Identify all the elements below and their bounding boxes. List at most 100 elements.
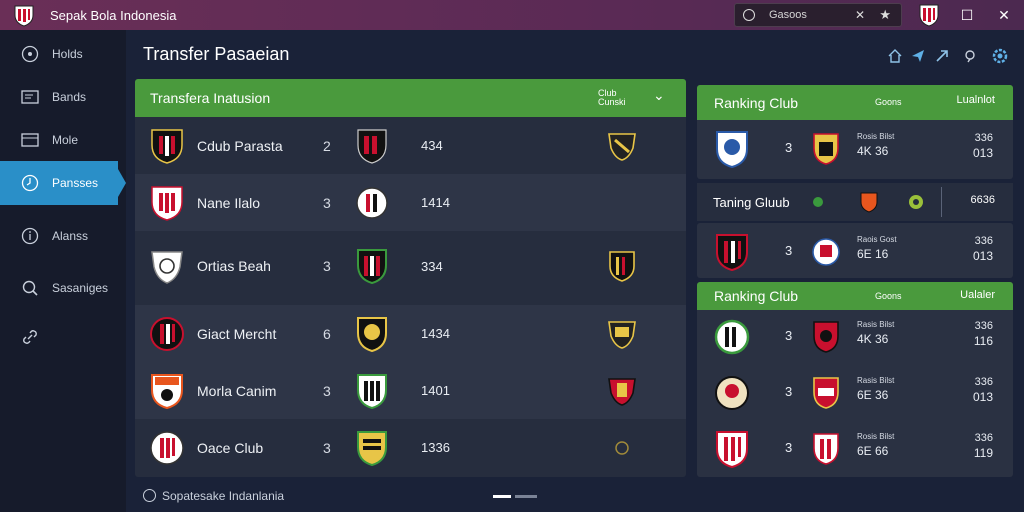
- ranking-stat-value: 4K 36: [857, 144, 889, 158]
- club-crest-icon: [608, 132, 636, 161]
- ranking-stat-value: 4K 36: [857, 332, 889, 346]
- search-value: Gasoos: [769, 9, 807, 21]
- ranking-row[interactable]: 3 Rosis Bilst 6E 66 336 119: [697, 420, 1013, 477]
- ranking-panel-header: Ranking Club Goons Ualaler: [697, 282, 1013, 310]
- sidebar-item-sasaniges[interactable]: Sasaniges: [0, 266, 126, 310]
- ranking-value: 336: [974, 132, 993, 144]
- ranking-panel: Ranking Club Goons Lualnlot 3 Rosis Bils…: [697, 85, 1013, 179]
- sidebar-item-pansses[interactable]: Pansses: [0, 161, 126, 205]
- transfer-value: 334: [421, 258, 443, 274]
- sidebar-item-alanss[interactable]: Alanss: [0, 214, 126, 258]
- globe-icon: [143, 489, 156, 502]
- training-club-value: 6636: [970, 194, 995, 206]
- club-crest-icon: [716, 431, 748, 469]
- ranking-row[interactable]: 3 Raois Gost 6E 16 336 013: [697, 223, 1013, 278]
- training-club-bar: Taning Gluub 6636: [697, 183, 1013, 221]
- table-row[interactable]: Nane Ilalo 3 1414: [135, 174, 686, 231]
- ranking-stat-label: Rasis Bilst: [857, 320, 895, 329]
- ranking-stat-value: 6E 36: [857, 388, 889, 402]
- ranking-panel: 3 Raois Gost 6E 16 336 013: [697, 223, 1013, 278]
- transfer-value: 434: [421, 138, 443, 153]
- home-icon[interactable]: [885, 46, 905, 66]
- ranking-value-secondary: 013: [972, 249, 993, 263]
- ranking-row[interactable]: 3 Rosis Bilst 4K 36 336 013: [697, 120, 1013, 177]
- close-button[interactable]: ✕: [994, 5, 1014, 25]
- box-icon: [20, 130, 40, 150]
- star-icon[interactable]: ★: [879, 7, 891, 23]
- sidebar-item-holds[interactable]: Holds: [0, 32, 126, 76]
- maximize-button[interactable]: ☐: [957, 5, 977, 25]
- page-title: Transfer Pasaeian: [143, 44, 290, 64]
- ranking-count: 3: [785, 384, 793, 399]
- club-name: Morla Canim: [197, 382, 277, 399]
- club-crest-icon: [356, 186, 388, 219]
- link-icon: [20, 327, 40, 347]
- ranking-value-secondary: 119: [973, 446, 993, 460]
- training-club-title: Taning Gluub: [713, 194, 790, 210]
- sidebar-item-bands[interactable]: Bands: [0, 75, 126, 119]
- club-count: 3: [323, 439, 331, 456]
- table-row[interactable]: Oace Club 3 1336: [135, 419, 686, 476]
- club-crest-icon: [150, 316, 184, 351]
- search-icon: [743, 9, 755, 21]
- club-count: 6: [323, 325, 331, 342]
- table-row[interactable]: Morla Canim 3 1401: [135, 362, 686, 419]
- arrow-icon[interactable]: [932, 46, 952, 66]
- ranking-stat-label: Rasis Bilst: [857, 376, 895, 385]
- ranking-value: 336: [974, 432, 993, 444]
- ranking-stat-value: 6E 66: [857, 444, 889, 458]
- club-crest-icon: [357, 430, 387, 466]
- club-crest-icon: [608, 320, 636, 349]
- club-crest-icon: [151, 185, 183, 221]
- info-icon: [20, 226, 40, 246]
- club-count: 3: [323, 258, 331, 274]
- club-name: Oace Club: [197, 439, 264, 456]
- ranking-value-secondary: 013: [972, 146, 993, 160]
- profile-crest-icon[interactable]: [918, 3, 940, 27]
- club-crest-icon: [813, 377, 839, 409]
- target-icon[interactable]: [907, 193, 925, 211]
- club-crest-icon: [357, 128, 387, 164]
- ranking-header-right: Ualaler: [960, 289, 995, 301]
- club-crest-icon: [716, 234, 748, 272]
- ranking-stat-label: Raois Gost: [857, 235, 897, 244]
- club-crest-icon: [812, 238, 840, 266]
- sidebar: Holds Bands Mole Pansses Alanss Sasanige…: [0, 30, 126, 512]
- sidebar-item-label: Sasaniges: [52, 281, 109, 295]
- transfer-value: 1336: [421, 440, 450, 455]
- table-row[interactable]: Cdub Parasta 2 434: [135, 117, 686, 174]
- table-row[interactable]: Ortias Beah 3 334: [135, 231, 686, 301]
- ranking-row[interactable]: 3 Rasis Bilst 4K 36 336 116: [697, 308, 1013, 365]
- club-crest-icon: [151, 373, 183, 409]
- location-icon[interactable]: [960, 46, 980, 66]
- ranking-title: Ranking Club: [714, 94, 799, 111]
- ranking-stat-label: Rosis Bilst: [857, 132, 895, 141]
- club-crest-icon: [813, 321, 839, 353]
- sidebar-item-mole[interactable]: Mole: [0, 118, 126, 162]
- search-input[interactable]: Gasoos ✕ ★: [734, 3, 902, 27]
- target-icon: [20, 44, 40, 64]
- club-crest-icon: [715, 376, 749, 410]
- transfer-header-filter[interactable]: Club Cunski: [598, 89, 638, 107]
- footer-text: Sopatesake Indanlania: [162, 489, 285, 503]
- sidebar-item-link[interactable]: [0, 315, 126, 359]
- ranking-subtitle: Goons: [875, 291, 902, 301]
- chevron-down-icon[interactable]: ⌄: [653, 87, 665, 104]
- status-dot-icon: [813, 197, 823, 207]
- card-icon: [20, 87, 40, 107]
- club-crest-icon: [14, 5, 34, 27]
- transfer-panel-header: Transfera Inatusion Club Cunski ⌄: [135, 79, 686, 117]
- sidebar-item-label: Mole: [52, 133, 79, 147]
- send-icon[interactable]: [908, 46, 928, 66]
- sidebar-item-label: Pansses: [52, 176, 99, 190]
- table-row[interactable]: Giact Mercht 6 1434: [135, 305, 686, 362]
- club-crest-icon: [357, 316, 387, 352]
- ranking-count: 3: [785, 440, 793, 455]
- club-crest-icon: [150, 430, 184, 465]
- pagination-indicator[interactable]: [493, 495, 537, 498]
- ranking-row[interactable]: 3 Rasis Bilst 6E 36 336 013: [697, 364, 1013, 421]
- clear-icon[interactable]: ✕: [855, 8, 865, 22]
- settings-icon[interactable]: [990, 46, 1010, 66]
- ranking-panel: Ranking Club Goons Ualaler 3 Rasis Bilst…: [697, 282, 1013, 477]
- ranking-count: 3: [785, 243, 793, 258]
